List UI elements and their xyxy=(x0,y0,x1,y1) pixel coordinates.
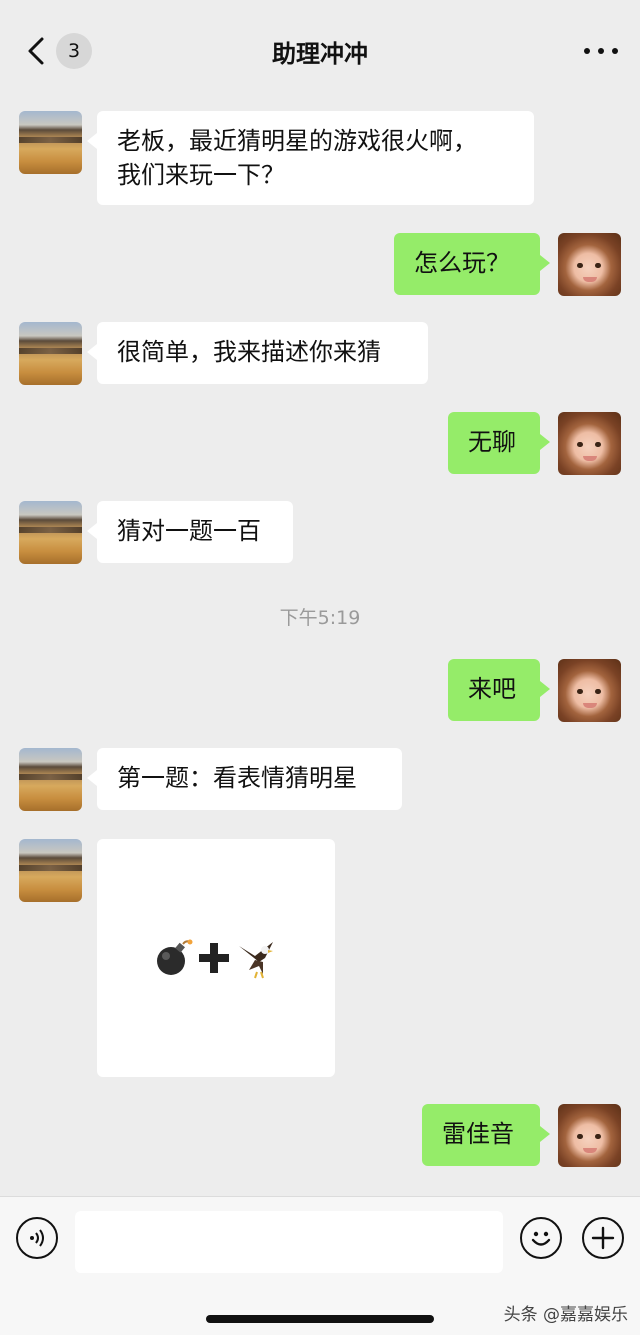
message-text: 很简单，我来描述你来猜 xyxy=(117,338,381,366)
message-text: 怎么玩？ xyxy=(414,249,510,277)
more-dot-icon xyxy=(598,48,604,54)
watermark: 头条 @嘉嘉娱乐 xyxy=(503,1305,628,1325)
emoji-button[interactable] xyxy=(520,1217,562,1259)
more-dot-icon xyxy=(584,48,590,54)
chat-title: 助理冲冲 xyxy=(272,40,368,68)
message-text-line: 老板，最近猜明星的游戏很火啊， xyxy=(117,127,477,155)
received-message-bubble[interactable]: 第一题：看表情猜明星 xyxy=(87,748,402,810)
home-indicator xyxy=(206,1315,434,1323)
user-avatar[interactable] xyxy=(558,659,621,722)
voice-icon xyxy=(30,1229,44,1247)
more-options-button[interactable] xyxy=(584,42,618,60)
chat-input-bar: 头条 @嘉嘉娱乐 xyxy=(0,1196,640,1335)
message-text: 猜对一题一百 xyxy=(117,517,261,545)
sent-message-bubble[interactable]: 来吧 xyxy=(448,659,550,721)
message-input[interactable] xyxy=(75,1211,503,1273)
sent-message-bubble[interactable]: 无聊 xyxy=(448,412,550,474)
user-avatar[interactable] xyxy=(558,233,621,296)
message-text-line: 我们来玩一下？ xyxy=(117,161,285,189)
image-message[interactable] xyxy=(97,839,335,1077)
plus-icon xyxy=(591,1226,615,1250)
contact-avatar[interactable] xyxy=(19,111,82,174)
message-timestamp: 下午5:19 xyxy=(279,607,361,629)
user-avatar[interactable] xyxy=(558,412,621,475)
emoji-icon xyxy=(531,1231,551,1246)
received-message-bubble[interactable]: 很简单，我来描述你来猜 xyxy=(87,322,428,384)
message-text: 来吧 xyxy=(468,675,516,703)
message-text: 第一题：看表情猜明星 xyxy=(117,764,357,792)
bomb-emoji-icon xyxy=(157,939,193,975)
sent-message-bubble[interactable]: 怎么玩？ xyxy=(394,233,550,295)
sent-message-bubble[interactable]: 雷佳音 xyxy=(422,1104,550,1166)
eagle-emoji-icon xyxy=(239,942,273,979)
chat-header: 3 助理冲冲 xyxy=(0,0,640,94)
plus-emoji-icon xyxy=(199,943,229,973)
contact-avatar[interactable] xyxy=(19,748,82,811)
user-avatar[interactable] xyxy=(558,1104,621,1167)
message-text: 雷佳音 xyxy=(442,1120,514,1148)
contact-avatar[interactable] xyxy=(19,839,82,902)
more-dot-icon xyxy=(612,48,618,54)
contact-avatar[interactable] xyxy=(19,322,82,385)
voice-button[interactable] xyxy=(16,1217,58,1259)
contact-avatar[interactable] xyxy=(19,501,82,564)
more-actions-button[interactable] xyxy=(582,1217,624,1259)
received-message-bubble[interactable]: 猜对一题一百 xyxy=(87,501,293,563)
message-text: 无聊 xyxy=(468,428,516,456)
received-message-bubble[interactable]: 老板，最近猜明星的游戏很火啊， 我们来玩一下？ xyxy=(87,111,534,205)
